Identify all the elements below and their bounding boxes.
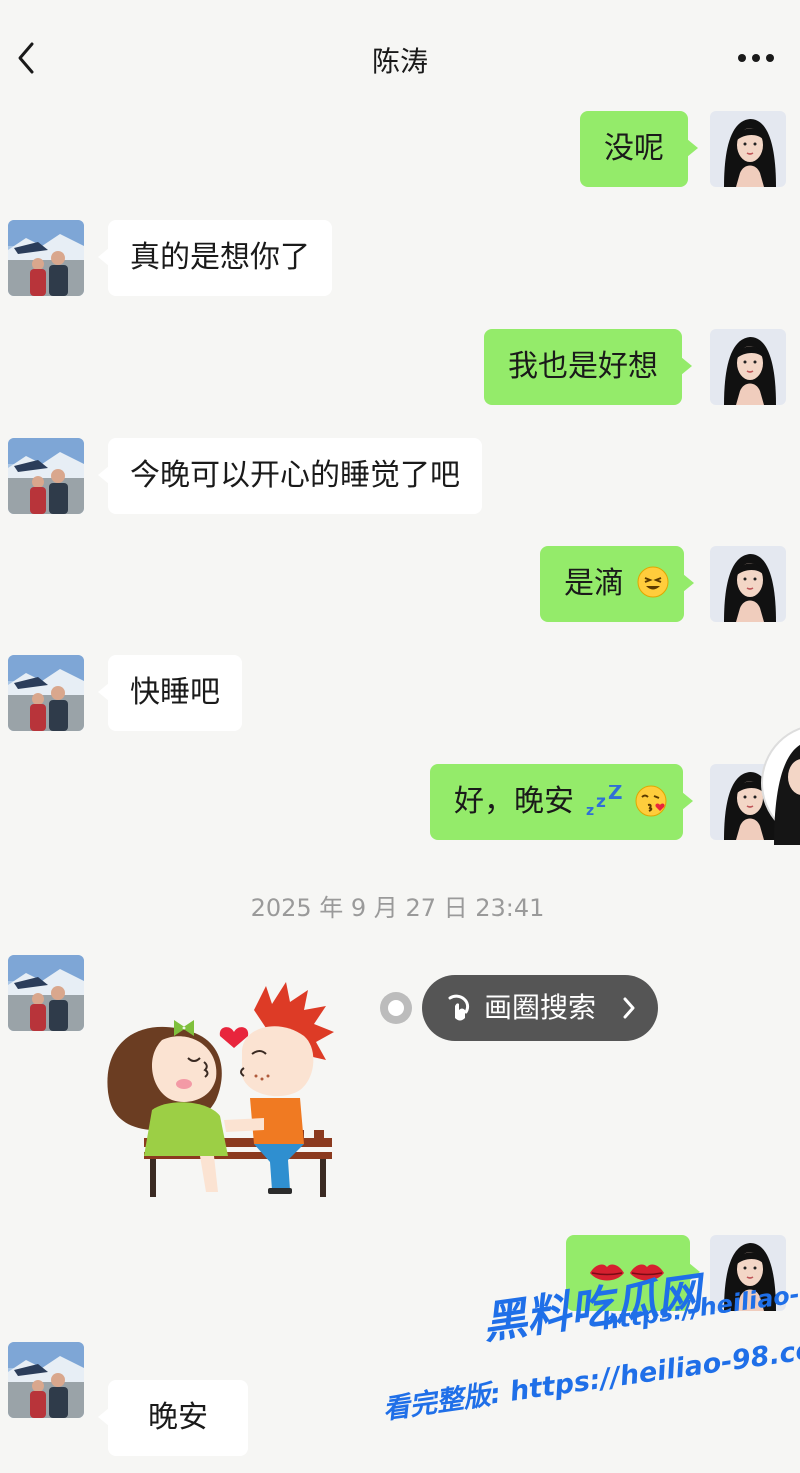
watermark-caption: 看完整版: https://heiliao-98.com xyxy=(380,1330,800,1426)
chevron-right-icon xyxy=(623,997,635,1019)
svg-text:z: z xyxy=(596,792,606,812)
svg-text:z: z xyxy=(586,803,594,819)
contact-avatar[interactable] xyxy=(8,655,84,731)
my-avatar[interactable] xyxy=(710,111,786,187)
contact-avatar[interactable] xyxy=(8,955,84,1031)
chat-screen: 陈涛 没呢 真的是想你了 我也是好想 今晚可以开心的睡觉了吧 是滴 快睡吧 好，… xyxy=(0,0,800,1473)
message-bubble-sent[interactable]: 好，晚安 z z Z xyxy=(430,764,694,840)
chat-header: 陈涛 xyxy=(0,0,800,100)
record-dot-icon[interactable] xyxy=(378,990,414,1026)
contact-avatar[interactable] xyxy=(8,1342,84,1418)
message-bubble-received[interactable]: 真的是想你了 xyxy=(98,220,332,296)
message-text: 真的是想你了 xyxy=(130,240,310,275)
circle-search-label: 画圈搜索 xyxy=(484,991,597,1024)
kissing-emoji-icon xyxy=(635,785,667,817)
floating-avatar-icon[interactable] xyxy=(760,725,800,845)
message-bubble-received[interactable]: 晚安 xyxy=(98,1380,248,1456)
circle-search-icon xyxy=(448,994,469,1021)
my-avatar[interactable] xyxy=(710,546,786,622)
site-watermark: 黑料吃瓜网 https://heiliao-98.com 看完整版: https… xyxy=(380,1267,800,1470)
grinning-emoji-icon xyxy=(637,566,669,598)
message-text: 是滴 xyxy=(564,566,624,601)
message-bubble-sent[interactable]: 我也是好想 xyxy=(484,329,692,405)
svg-text:Z: Z xyxy=(608,785,623,804)
message-bubble-sent[interactable]: 没呢 xyxy=(580,111,698,187)
more-options-icon[interactable] xyxy=(736,52,776,64)
chat-title: 陈涛 xyxy=(371,45,428,78)
contact-avatar[interactable] xyxy=(8,438,84,514)
message-bubble-received[interactable]: 今晚可以开心的睡觉了吧 xyxy=(98,438,482,514)
sleeping-zzz-icon: z z Z xyxy=(586,780,623,819)
message-bubble-received[interactable]: 快睡吧 xyxy=(98,655,242,731)
message-text: 快睡吧 xyxy=(130,675,220,710)
message-bubble-sent[interactable]: 是滴 xyxy=(540,546,694,622)
message-text: 今晚可以开心的睡觉了吧 xyxy=(130,458,460,493)
contact-avatar[interactable] xyxy=(8,220,84,296)
message-timestamp: 2025 年 9 月 27 日 23:41 xyxy=(250,894,545,922)
message-text: 没呢 xyxy=(604,131,664,166)
kissing-couple-sticker[interactable] xyxy=(104,980,344,1200)
message-text: 我也是好想 xyxy=(508,349,658,384)
my-avatar[interactable] xyxy=(710,329,786,405)
message-text: 好，晚安 xyxy=(454,784,574,819)
circle-to-search-button[interactable]: 画圈搜索 xyxy=(422,975,658,1041)
message-text: 晚安 xyxy=(148,1400,208,1435)
